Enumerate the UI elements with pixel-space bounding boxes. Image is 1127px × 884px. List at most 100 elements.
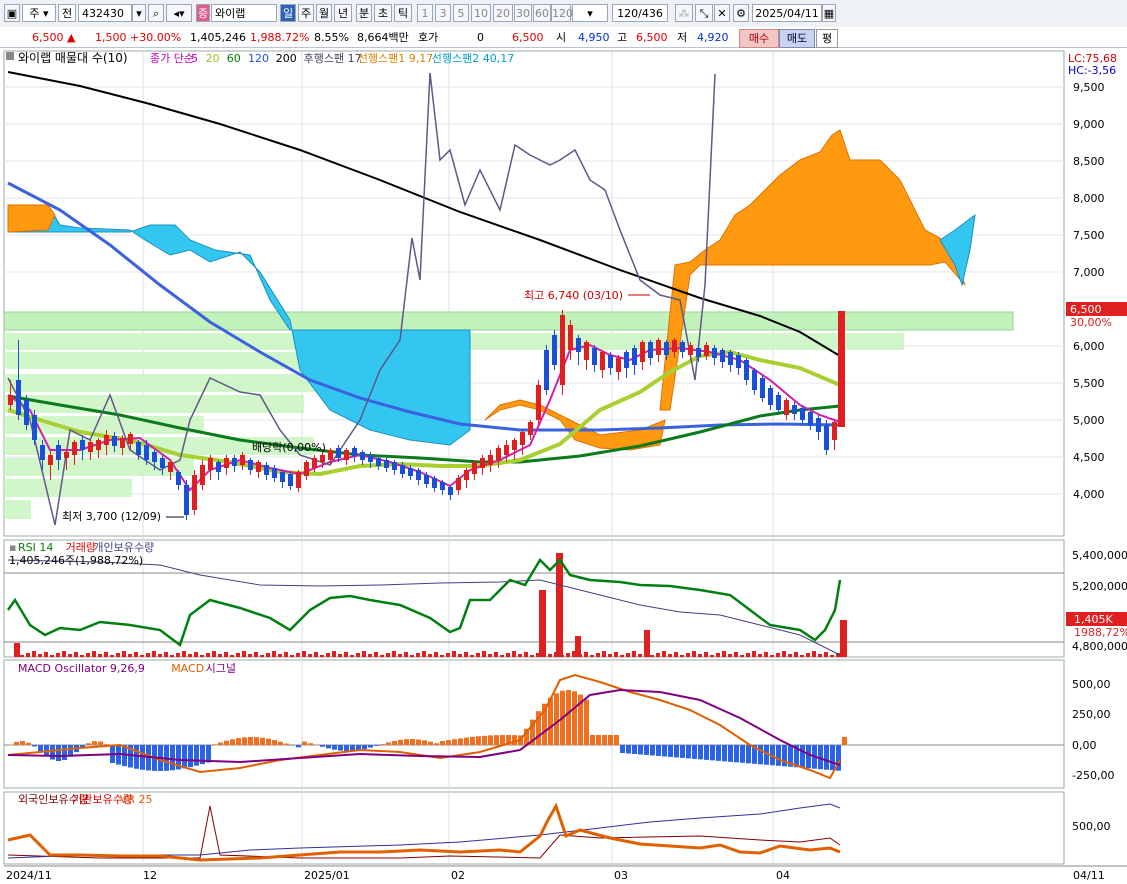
open-label: 시	[556, 31, 567, 44]
period-tick[interactable]: 틱	[394, 4, 412, 22]
macd-bar	[332, 745, 337, 750]
interval-5[interactable]: 5	[453, 4, 469, 22]
volume-bar	[248, 654, 252, 657]
macd-bar	[188, 745, 193, 768]
macd-bar	[26, 742, 31, 745]
macd-bar	[320, 745, 325, 747]
candle-body	[776, 395, 781, 410]
eval-button[interactable]: 평	[816, 29, 838, 48]
grid-icon[interactable]: ⁂	[675, 4, 693, 22]
period-day[interactable]: 일	[280, 4, 296, 22]
interval-1[interactable]: 1	[417, 4, 433, 22]
period-year[interactable]: 년	[334, 4, 352, 22]
volume-bar	[440, 655, 444, 657]
market-label: 주	[29, 7, 40, 20]
candle-body	[480, 458, 485, 468]
buy-button[interactable]: 매수	[739, 29, 779, 48]
volume-bar	[560, 655, 564, 657]
interval-3[interactable]: 3	[435, 4, 451, 22]
macd-bar	[650, 745, 655, 756]
candle-body	[392, 462, 397, 470]
compress-icon[interactable]: ⤡	[695, 4, 713, 22]
macd-bar	[512, 735, 517, 745]
interval-20[interactable]: 20	[493, 4, 513, 22]
macd-bar	[38, 745, 43, 752]
volume-bar	[518, 654, 522, 657]
x-tick: 12	[143, 869, 157, 882]
x-tick: 03	[614, 869, 628, 882]
macd-bar	[242, 737, 247, 745]
period-week[interactable]: 주	[298, 4, 314, 22]
last-candle	[838, 311, 845, 427]
candle-body	[768, 388, 773, 405]
candle-body	[816, 418, 821, 432]
macd-bar	[476, 736, 481, 745]
gear-icon[interactable]: ⚙	[733, 4, 749, 22]
search-icon[interactable]: ⌕	[148, 4, 164, 22]
custom-interval-input[interactable]: ▾	[572, 4, 608, 22]
candle-body	[264, 465, 269, 475]
period-minute[interactable]: 분	[356, 4, 372, 22]
candle-body	[40, 445, 45, 460]
date-input[interactable]: 2025/04/11	[752, 4, 822, 22]
candle-body	[592, 348, 597, 365]
macd-bar	[482, 735, 487, 745]
macd-bar	[266, 738, 271, 745]
volume-bar	[428, 654, 432, 657]
macd-bar	[56, 745, 61, 761]
interval-10[interactable]: 10	[471, 4, 491, 22]
macd-bar	[62, 745, 67, 760]
candle-body	[512, 440, 517, 450]
volume-bar	[764, 652, 768, 657]
volume-bar	[194, 652, 198, 657]
sell-button[interactable]: 매도	[779, 29, 815, 48]
price-tick: 6,000	[1073, 340, 1105, 353]
volume-bar	[716, 653, 720, 657]
candle-body	[192, 475, 197, 510]
candle-body	[160, 458, 165, 468]
volume-bar	[704, 652, 708, 657]
x-tick: 04/11	[1073, 869, 1105, 882]
candle-body	[320, 455, 325, 462]
interval-60[interactable]: 60	[533, 4, 551, 22]
candle-body	[24, 400, 29, 425]
candle-body	[472, 462, 477, 474]
candle-body	[464, 470, 469, 480]
close-icon[interactable]: ✕	[714, 4, 730, 22]
macd-bar	[50, 745, 55, 760]
menu-icon[interactable]: ▣	[4, 4, 20, 22]
macd-bar	[620, 745, 625, 753]
volume-note: 1,405,246주(1,988,72%)	[9, 554, 143, 567]
interval-30[interactable]: 30	[514, 4, 532, 22]
legend-item: MACD Oscillator 9,26,9	[18, 662, 145, 675]
volume-bar	[584, 652, 588, 657]
calendar-icon[interactable]: ▦	[822, 4, 836, 22]
volume-bar	[140, 655, 144, 657]
volume: 1,405,246	[190, 31, 246, 44]
candle-body	[368, 455, 373, 462]
macd-bar	[248, 737, 253, 745]
chart-area[interactable]: 최고 6,740 (03/10) 최저 3,700 (12/09) 배당락(0,…	[0, 48, 1127, 884]
volume-bar	[380, 655, 384, 657]
candle-body	[640, 342, 645, 362]
interval-120[interactable]: 120	[551, 4, 573, 22]
code-dropdown-icon[interactable]: ▾	[132, 4, 146, 22]
volume-bar	[134, 652, 138, 657]
vol-tag-pct: 1988,72%	[1074, 626, 1127, 639]
macd-bar	[704, 745, 709, 760]
stock-code-input[interactable]: 432430	[78, 4, 132, 22]
volume-bar	[830, 655, 834, 657]
prev-button[interactable]: 전	[58, 4, 76, 22]
holders-panel	[3, 791, 1065, 865]
speaker-icon[interactable]: ◂▾	[166, 4, 192, 22]
macd-bar	[392, 740, 397, 745]
market-select[interactable]: 주 ▾	[22, 4, 56, 22]
candle-body	[792, 405, 797, 414]
volume-ratio: 1,988.72%	[250, 31, 310, 44]
legend-item: 20	[206, 52, 220, 65]
turnover: 8.55%	[314, 31, 349, 44]
volume-bar	[368, 654, 372, 657]
period-month[interactable]: 월	[316, 4, 332, 22]
period-second[interactable]: 초	[374, 4, 392, 22]
macd-bar	[20, 741, 25, 745]
